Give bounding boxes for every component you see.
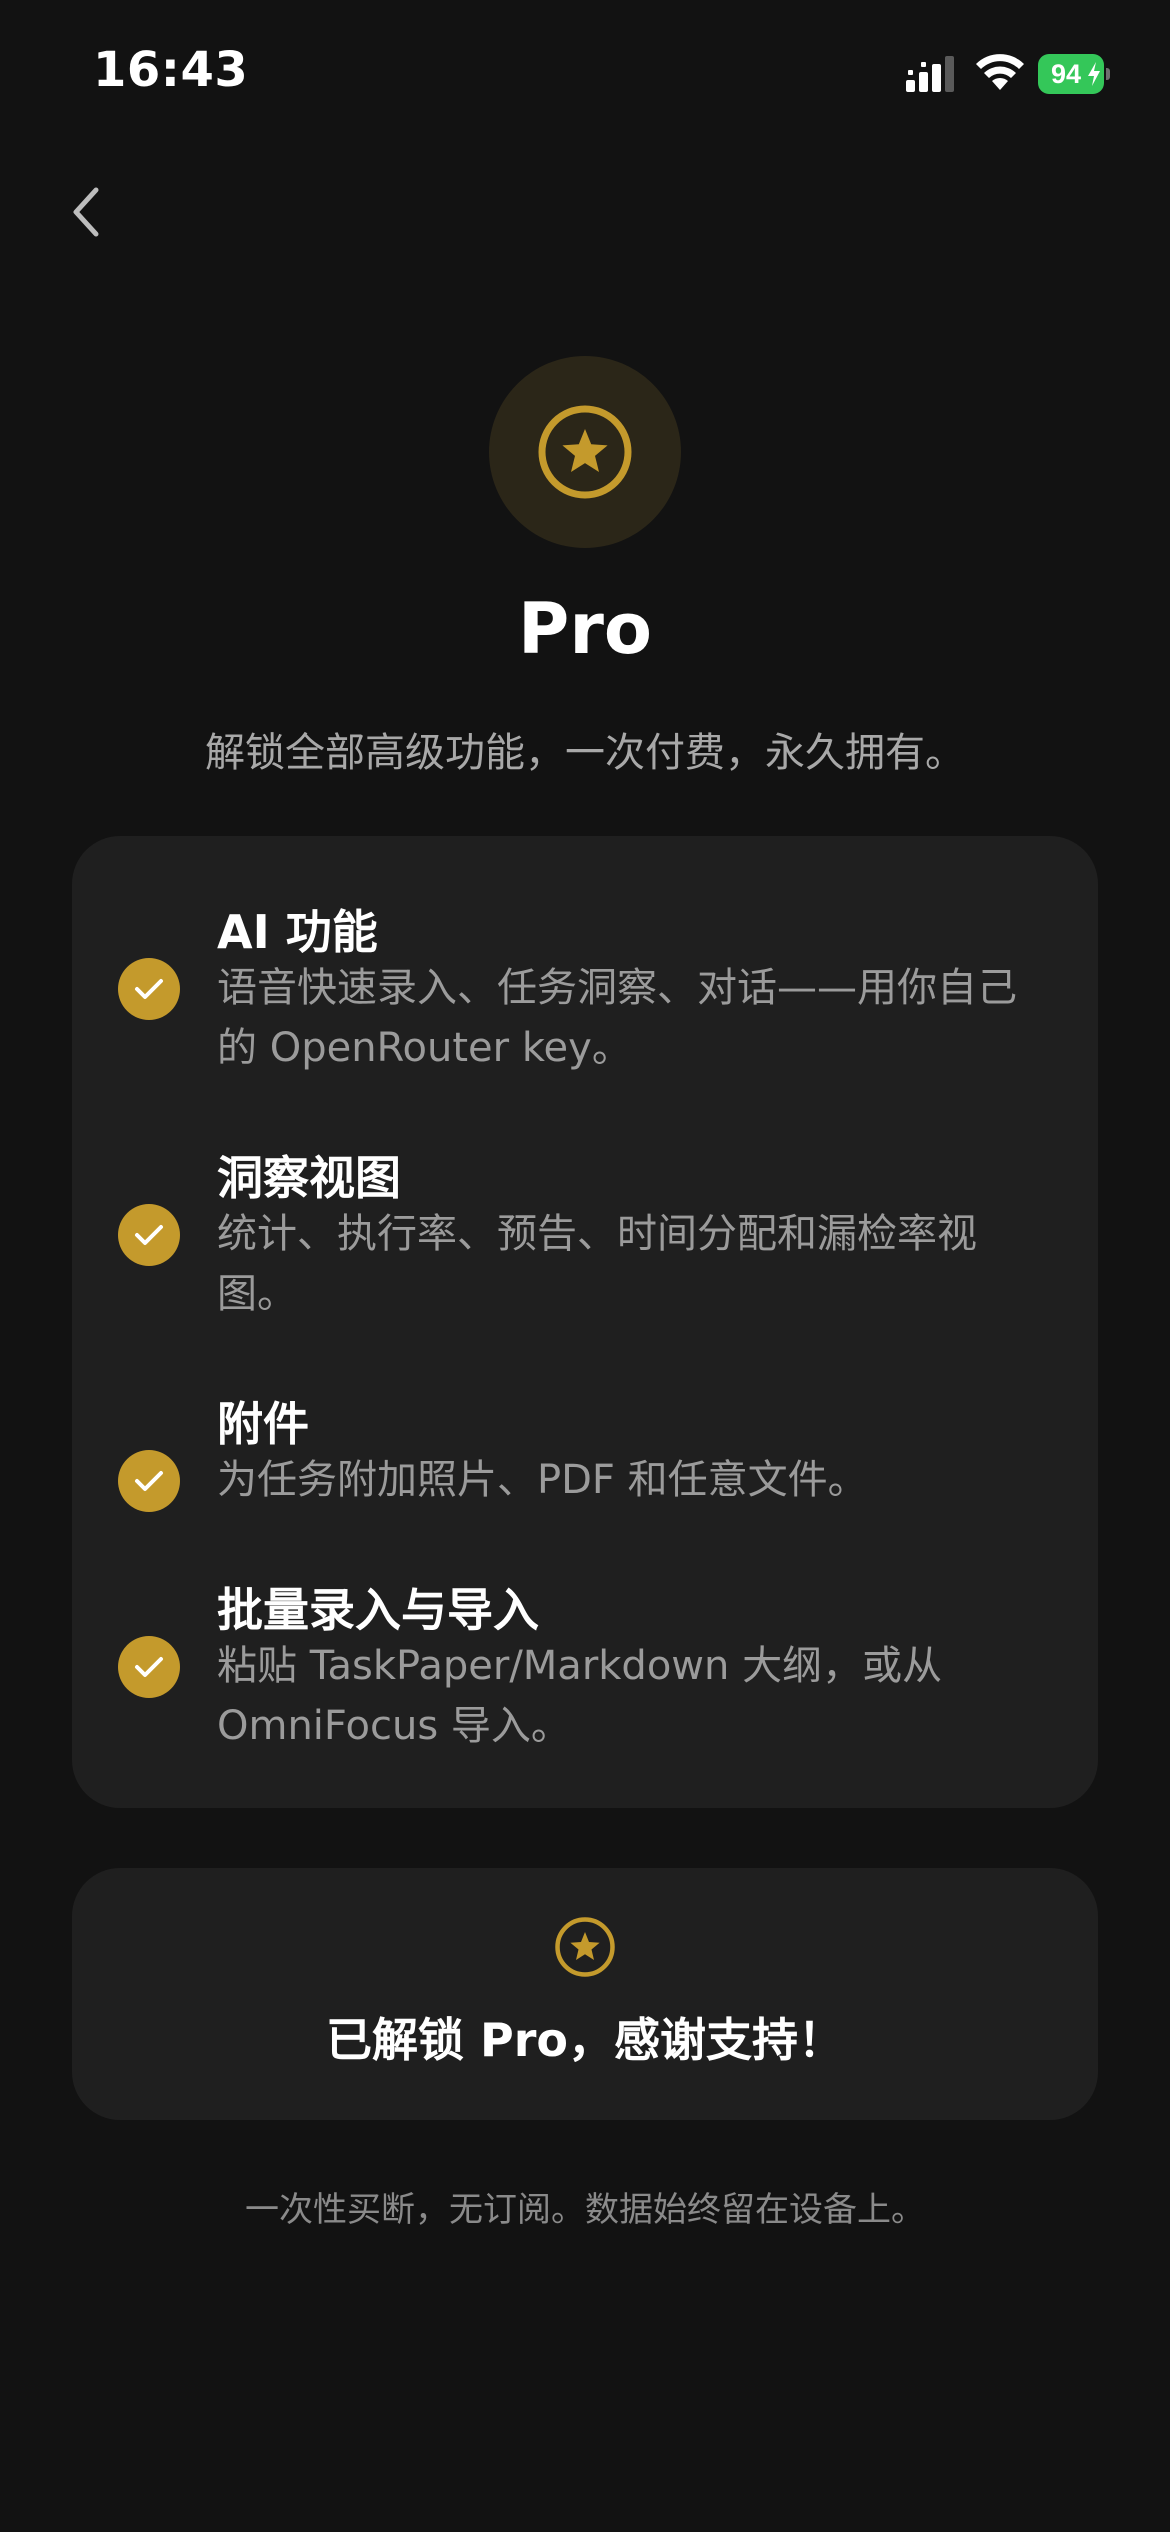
feature-desc-line: 语音快速录入、任务洞察、对话——用你自己 bbox=[217, 965, 1017, 1011]
pro-badge bbox=[489, 356, 681, 548]
unlocked-status-card bbox=[72, 1868, 1098, 2120]
footer-note: 一次性买断，无订阅。数据始终留在设备上。 bbox=[245, 2190, 925, 2230]
page-subtitle: 解锁全部高级功能，一次付费，永久拥有。 bbox=[205, 730, 965, 776]
feature-desc-line: 的 OpenRouter key。 bbox=[217, 1025, 632, 1071]
feature-desc-line: 粘贴 TaskPaper/Markdown 大纲，或从 bbox=[217, 1643, 943, 1689]
feature-title: 洞察视图 bbox=[217, 1151, 401, 1205]
pro-screen: 16:43 94 Pro 解锁全部高级功能，一次付费，永久拥有。 AI 功能 语… bbox=[0, 0, 1170, 2532]
battery-indicator: 94 bbox=[1038, 54, 1110, 94]
features-card: AI 功能 语音快速录入、任务洞察、对话——用你自己 的 OpenRouter … bbox=[72, 836, 1098, 1808]
feature-description: 语音快速录入、任务洞察、对话——用你自己 的 OpenRouter key。 bbox=[217, 958, 1037, 1078]
feature-desc-line: 为任务附加照片、PDF 和任意文件。 bbox=[217, 1457, 868, 1503]
back-button[interactable] bbox=[56, 176, 116, 248]
feature-description: 统计、执行率、预告、时间分配和漏检率视 图。 bbox=[217, 1204, 1037, 1324]
checkmark-icon bbox=[118, 1204, 180, 1266]
feature-title: 批量录入与导入 bbox=[217, 1583, 539, 1637]
status-time: 16:43 bbox=[93, 42, 249, 98]
feature-desc-line: 统计、执行率、预告、时间分配和漏检率视 bbox=[217, 1211, 977, 1257]
star-circle-icon bbox=[538, 405, 632, 499]
feature-description: 粘贴 TaskPaper/Markdown 大纲，或从 OmniFocus 导入… bbox=[217, 1636, 1037, 1756]
status-bar: 16:43 94 bbox=[0, 0, 1170, 150]
page-title: Pro bbox=[518, 588, 652, 670]
feature-description: 为任务附加照片、PDF 和任意文件。 bbox=[217, 1450, 1037, 1510]
feature-title: 附件 bbox=[217, 1397, 309, 1451]
wifi-icon bbox=[976, 54, 1024, 90]
charging-bolt-icon bbox=[1088, 62, 1100, 86]
checkmark-icon bbox=[118, 1450, 180, 1512]
battery-level: 94 bbox=[1050, 59, 1082, 89]
unlocked-message: 已解锁 Pro，感谢支持！ bbox=[325, 2013, 845, 2067]
feature-title: AI 功能 bbox=[217, 905, 378, 959]
feature-desc-line: OmniFocus 导入。 bbox=[217, 1703, 571, 1749]
checkmark-icon bbox=[118, 1636, 180, 1698]
checkmark-icon bbox=[118, 958, 180, 1020]
feature-desc-line: 图。 bbox=[217, 1271, 297, 1317]
signal-icon bbox=[906, 56, 954, 92]
star-circle-icon bbox=[555, 1917, 615, 1977]
chevron-left-icon bbox=[73, 187, 99, 237]
battery-cap bbox=[1106, 68, 1110, 80]
